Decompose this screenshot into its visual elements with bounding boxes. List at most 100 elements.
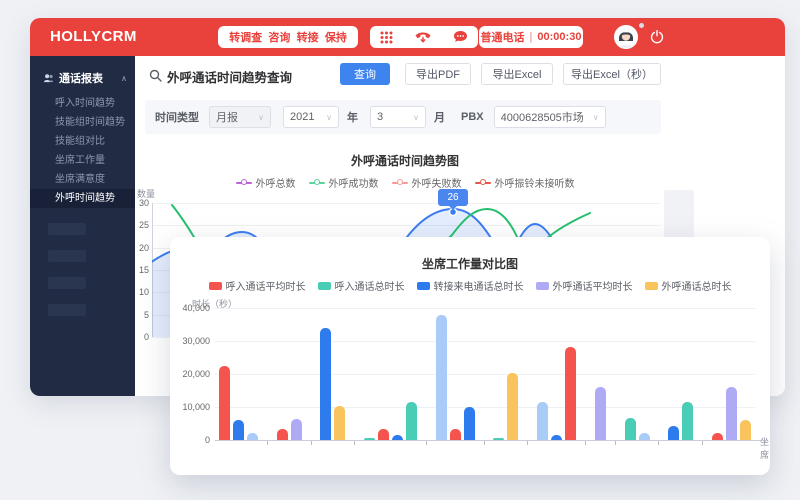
bar-lightblue[interactable] bbox=[537, 402, 548, 440]
legend-label: 外呼总数 bbox=[256, 175, 296, 190]
bar-blue[interactable] bbox=[392, 435, 403, 440]
sidebar-item-link[interactable]: 呼入时间趋势 bbox=[30, 94, 135, 113]
legend-item[interactable]: 呼入通话平均时长 bbox=[209, 278, 306, 293]
y-axis-tick-label: 30,000 bbox=[170, 336, 210, 346]
month-select[interactable]: 3 ∨ bbox=[370, 106, 426, 128]
x-axis-tick bbox=[484, 441, 485, 445]
bar-lightblue[interactable] bbox=[639, 433, 650, 440]
sidebar-items: 呼入时间趋势技能组时间趋势技能组对比坐席工作量坐席满意度外呼时间趋势 bbox=[30, 94, 135, 208]
sidebar-item-link[interactable]: 技能组时间趋势 bbox=[30, 113, 135, 132]
chevron-down-icon: ∨ bbox=[593, 113, 599, 122]
bar-blue[interactable] bbox=[233, 420, 244, 440]
bar-red[interactable] bbox=[450, 429, 461, 440]
bar-purple[interactable] bbox=[291, 419, 302, 440]
y-axis-tick-label: 5 bbox=[135, 310, 149, 320]
bar-red[interactable] bbox=[378, 429, 389, 440]
toolbar-icon-bar bbox=[370, 26, 478, 48]
app-grid-icon[interactable] bbox=[380, 31, 393, 44]
legend-item[interactable]: 外呼通话总时长 bbox=[645, 278, 732, 293]
bar-blue[interactable] bbox=[464, 407, 475, 440]
legend-item[interactable]: 转接来电通话总时长 bbox=[417, 278, 524, 293]
call-action-button[interactable]: 咨询 bbox=[268, 29, 290, 45]
legend-item[interactable]: 外呼通话平均时长 bbox=[536, 278, 633, 293]
page-title: 外呼通话时间趋势查询 bbox=[167, 67, 292, 86]
export-excel-seconds-button[interactable]: 导出Excel（秒） bbox=[563, 63, 661, 85]
user-avatar[interactable] bbox=[614, 25, 638, 49]
sidebar-skeleton-item bbox=[48, 223, 86, 235]
sidebar-item-active[interactable]: 外呼时间趋势 bbox=[30, 189, 135, 208]
bar-blue[interactable] bbox=[668, 426, 679, 440]
hangup-phone-icon[interactable] bbox=[414, 30, 432, 44]
bar-red[interactable] bbox=[277, 429, 288, 440]
export-excel-button[interactable]: 导出Excel bbox=[481, 63, 553, 85]
bar-teal[interactable] bbox=[493, 438, 504, 440]
bar-group bbox=[493, 373, 518, 440]
sidebar-item-link[interactable]: 坐席工作量 bbox=[30, 151, 135, 170]
x-axis-tick bbox=[311, 441, 312, 445]
call-action-button[interactable]: 转调查 bbox=[229, 29, 262, 45]
sidebar-skeleton-item bbox=[48, 304, 86, 316]
bar-purple[interactable] bbox=[726, 387, 737, 440]
sidebar-item-link[interactable]: 坐席满意度 bbox=[30, 170, 135, 189]
bar-teal[interactable] bbox=[682, 402, 693, 440]
sidebar-group-call-reports[interactable]: 通话报表 ∧ bbox=[30, 56, 135, 94]
pbx-select[interactable]: 4000628505市场 ∨ bbox=[494, 106, 606, 128]
call-mode-label: 普通电话 bbox=[481, 29, 525, 45]
sidebar-skeleton-item bbox=[48, 277, 86, 289]
x-axis-tick bbox=[426, 441, 427, 445]
power-logout-icon[interactable] bbox=[650, 30, 664, 44]
query-button[interactable]: 查询 bbox=[340, 63, 390, 85]
time-type-label: 时间类型 bbox=[155, 109, 199, 125]
bar-chart-x-axis-label: 坐席 bbox=[760, 435, 770, 461]
bar-group bbox=[320, 328, 345, 440]
legend-label: 外呼振铃未接听数 bbox=[495, 175, 575, 190]
chevron-down-icon: ∨ bbox=[258, 113, 264, 122]
bar-teal[interactable] bbox=[625, 418, 636, 440]
bar-orange[interactable] bbox=[740, 420, 751, 440]
call-action-button[interactable]: 转接 bbox=[297, 29, 319, 45]
chevron-up-icon: ∧ bbox=[121, 74, 127, 83]
legend-item[interactable]: 外呼总数 bbox=[236, 175, 296, 190]
x-axis-tick bbox=[527, 441, 528, 445]
status-divider: | bbox=[530, 31, 533, 43]
legend-label: 外呼成功数 bbox=[329, 175, 379, 190]
bar-teal[interactable] bbox=[364, 438, 375, 440]
pbx-value: 4000628505市场 bbox=[501, 109, 584, 125]
sidebar-nav: 通话报表 ∧ 呼入时间趋势技能组时间趋势技能组对比坐席工作量坐席满意度外呼时间趋… bbox=[30, 56, 135, 396]
year-value: 2021 bbox=[290, 111, 314, 123]
export-pdf-button[interactable]: 导出PDF bbox=[405, 63, 471, 85]
line-chart-legend: 外呼总数 外呼成功数外呼失败数 外呼振铃未接听数 bbox=[135, 175, 675, 190]
x-axis-tick bbox=[658, 441, 659, 445]
y-axis-tick-label: 30 bbox=[135, 198, 149, 208]
chat-message-icon[interactable] bbox=[453, 30, 468, 44]
bar-lightblue[interactable] bbox=[436, 315, 447, 440]
sidebar-skeleton-list bbox=[30, 223, 135, 316]
bar-purple[interactable] bbox=[595, 387, 606, 440]
bar-teal[interactable] bbox=[406, 402, 417, 440]
legend-item[interactable]: 外呼振铃未接听数 bbox=[475, 175, 575, 190]
desktop-background: HOLLYCRM 转调查咨询转接保持 bbox=[0, 0, 800, 500]
bar-orange[interactable] bbox=[507, 373, 518, 440]
bar-group bbox=[277, 419, 302, 440]
legend-item[interactable]: 呼入通话总时长 bbox=[318, 278, 405, 293]
time-type-select[interactable]: 月报 ∨ bbox=[209, 106, 271, 128]
bar-red[interactable] bbox=[219, 366, 230, 440]
bar-orange[interactable] bbox=[334, 406, 345, 440]
legend-label: 呼入通话平均时长 bbox=[226, 278, 306, 293]
call-action-button[interactable]: 保持 bbox=[325, 29, 347, 45]
sidebar-item-link[interactable]: 技能组对比 bbox=[30, 132, 135, 151]
bar-blue[interactable] bbox=[320, 328, 331, 440]
legend-marker-icon bbox=[475, 182, 491, 184]
bar-lightblue[interactable] bbox=[247, 433, 258, 440]
bar-red[interactable] bbox=[565, 347, 576, 440]
x-axis-tick bbox=[354, 441, 355, 445]
legend-item[interactable]: 外呼成功数 bbox=[309, 175, 379, 190]
x-axis-tick bbox=[702, 441, 703, 445]
bar-red[interactable] bbox=[712, 433, 723, 440]
legend-item[interactable]: 外呼失败数 bbox=[392, 175, 462, 190]
sidebar-group-label: 通话报表 bbox=[59, 70, 103, 86]
year-select[interactable]: 2021 ∨ bbox=[283, 106, 339, 128]
legend-marker-icon bbox=[209, 282, 222, 290]
legend-marker-icon bbox=[392, 182, 408, 184]
bar-blue[interactable] bbox=[551, 435, 562, 440]
